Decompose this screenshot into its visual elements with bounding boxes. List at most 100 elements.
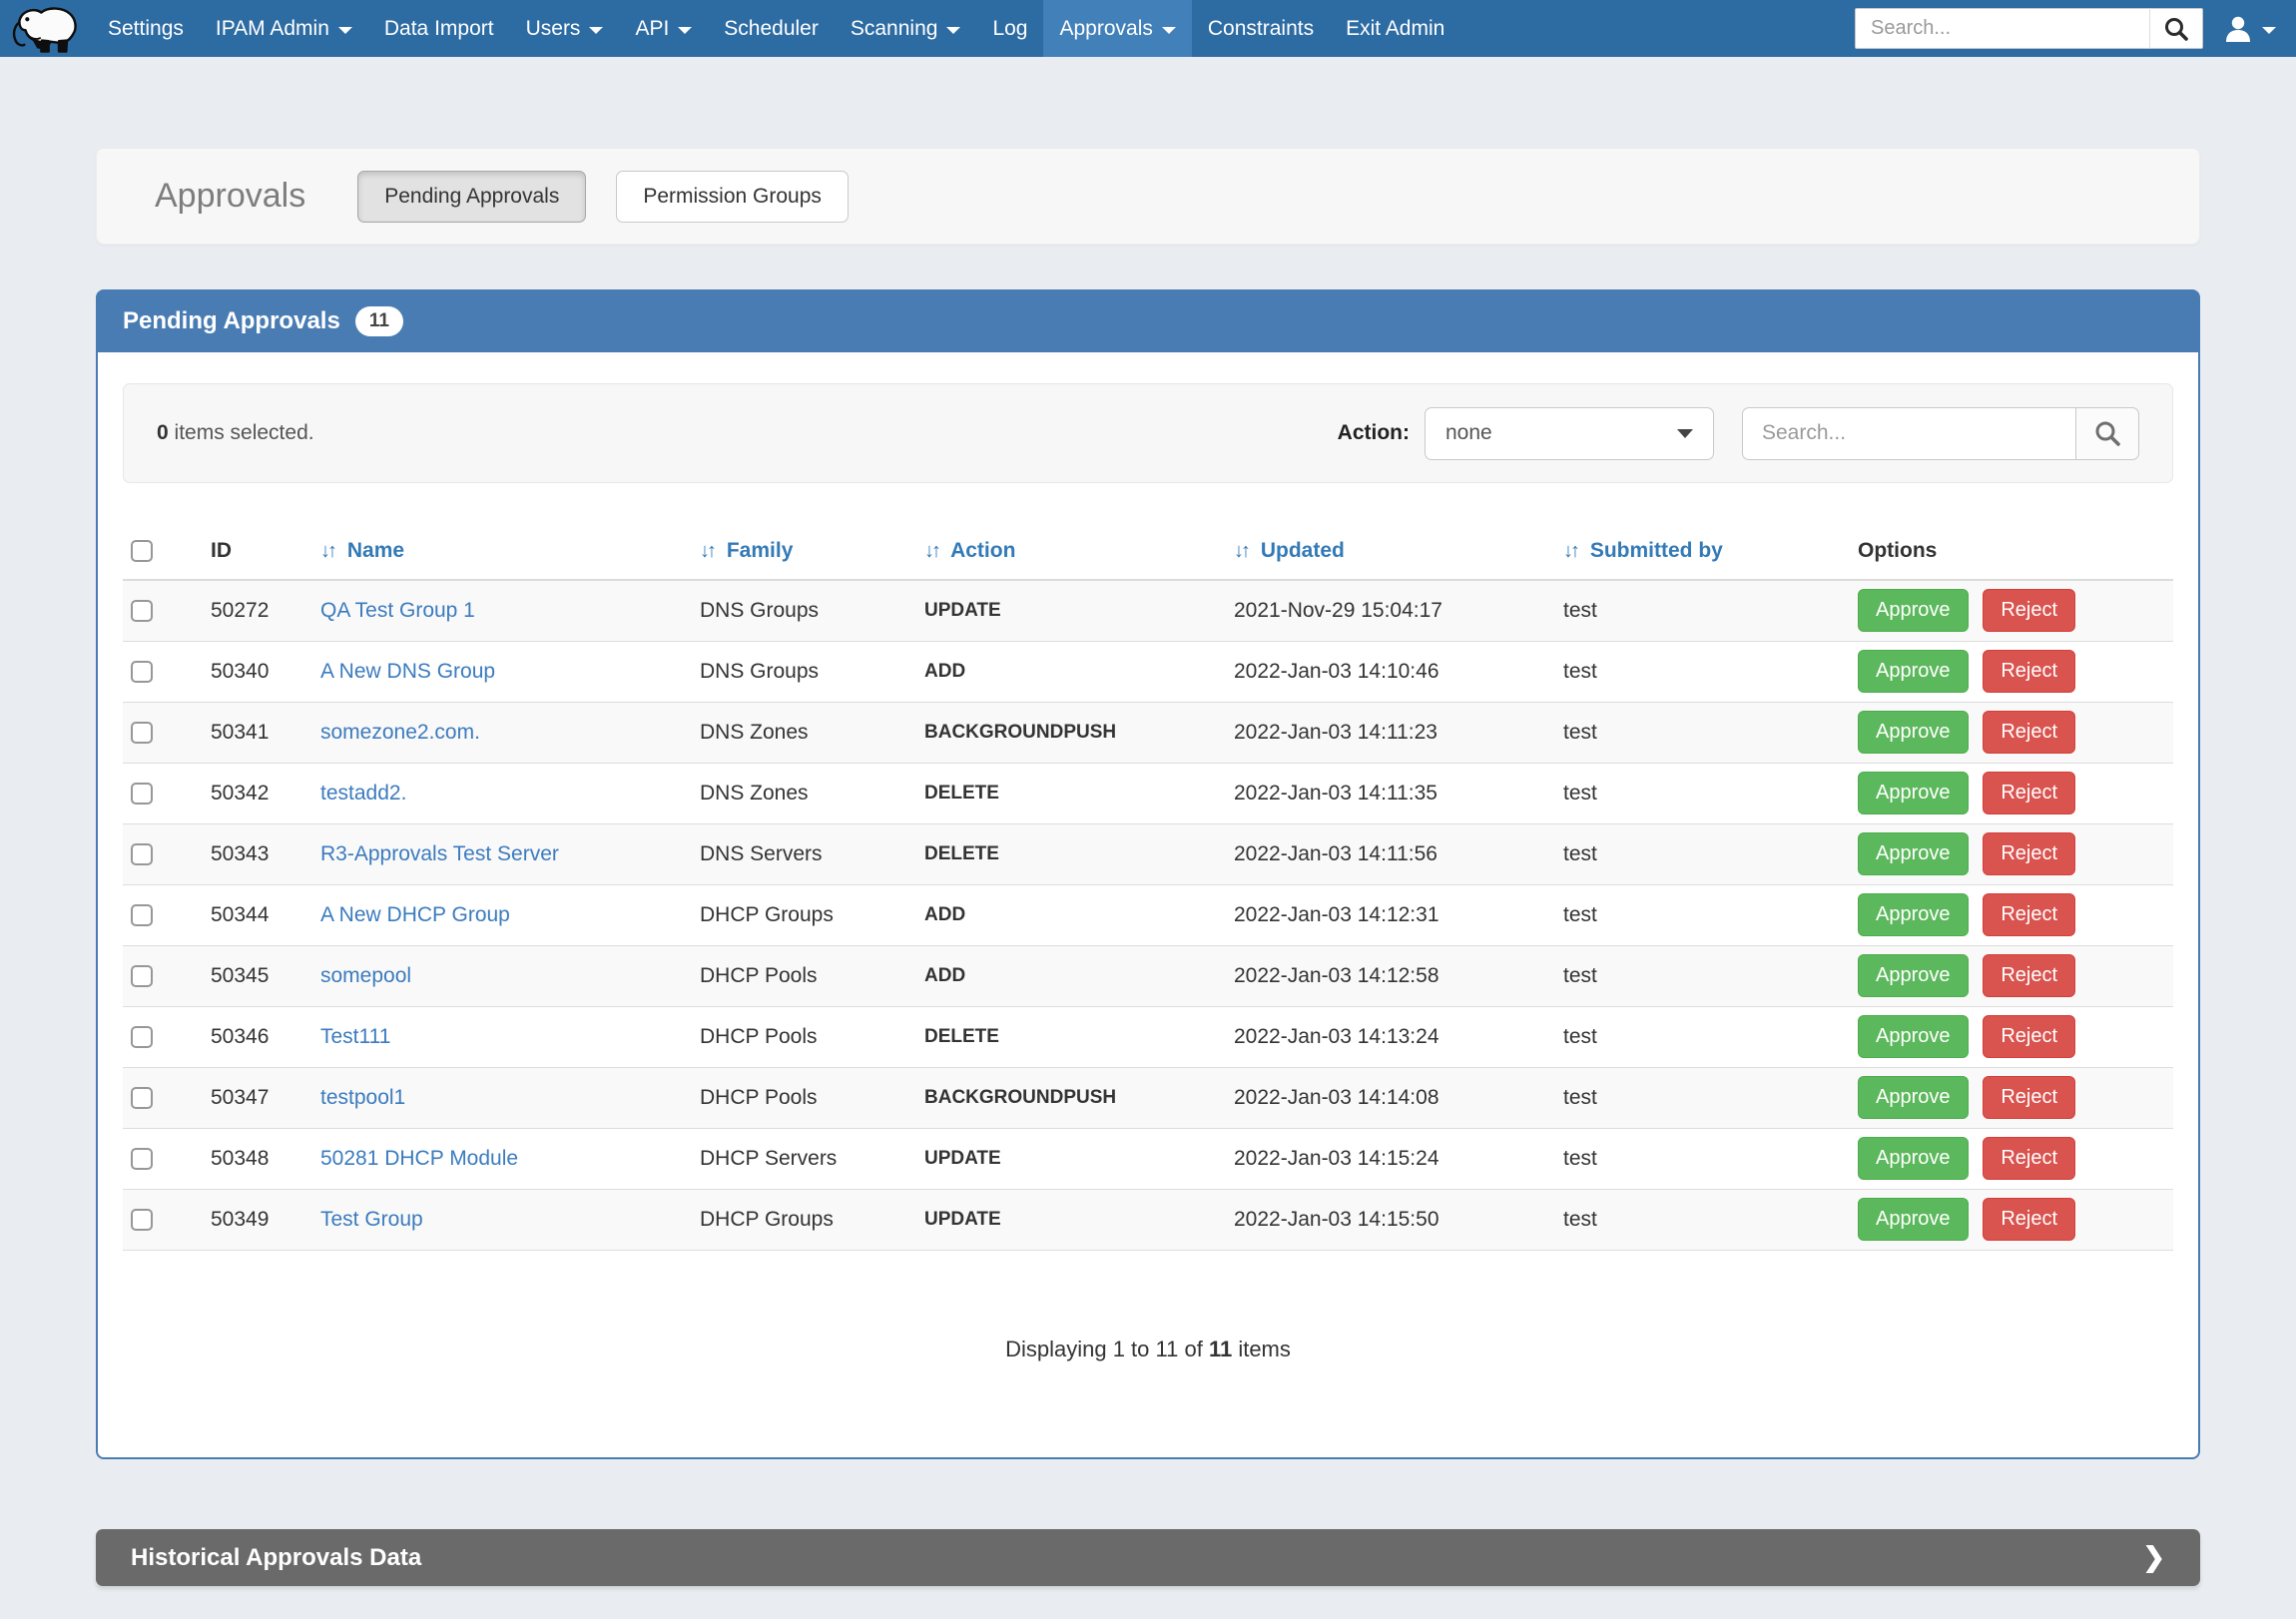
approve-button[interactable]: Approve (1858, 1198, 1969, 1241)
row-name-link[interactable]: Test Group (320, 1208, 423, 1231)
column-header-updated[interactable]: ↓↑ Updated (1226, 525, 1555, 580)
row-checkbox[interactable] (131, 1026, 153, 1048)
tab-pending-approvals[interactable]: Pending Approvals (357, 171, 586, 223)
navbar-search-button[interactable] (2149, 8, 2203, 49)
row-checkbox[interactable] (131, 904, 153, 926)
cell-submitted-by: test (1555, 1128, 1850, 1189)
nav-item-approvals[interactable]: Approvals (1043, 0, 1191, 57)
select-all-checkbox[interactable] (131, 540, 153, 562)
approve-button[interactable]: Approve (1858, 711, 1969, 754)
cell-options: Approve Reject (1850, 884, 2173, 945)
row-checkbox[interactable] (131, 600, 153, 622)
cell-family: DHCP Servers (692, 1128, 916, 1189)
row-name-link[interactable]: QA Test Group 1 (320, 599, 475, 622)
tab-permission-groups[interactable]: Permission Groups (616, 171, 849, 223)
nav-item-scheduler[interactable]: Scheduler (708, 0, 835, 57)
row-checkbox[interactable] (131, 722, 153, 744)
row-checkbox[interactable] (131, 1148, 153, 1170)
reject-button[interactable]: Reject (1983, 1015, 2075, 1058)
nav-item-log[interactable]: Log (976, 0, 1043, 57)
reject-button[interactable]: Reject (1983, 832, 2075, 875)
reject-button[interactable]: Reject (1983, 954, 2075, 997)
cell-id: 50272 (203, 580, 312, 641)
caret-down-icon (589, 27, 603, 34)
user-menu[interactable] (2223, 14, 2276, 44)
approve-button[interactable]: Approve (1858, 954, 1969, 997)
row-checkbox[interactable] (131, 661, 153, 683)
cell-action: DELETE (916, 1006, 1226, 1067)
page-title: Approvals (155, 177, 305, 216)
reject-button[interactable]: Reject (1983, 772, 2075, 814)
historical-approvals-bar[interactable]: Historical Approvals Data ❯ (96, 1529, 2200, 1586)
sort-icon: ↓↑ (924, 540, 938, 562)
row-checkbox[interactable] (131, 783, 153, 805)
cell-id: 50348 (203, 1128, 312, 1189)
row-name-link[interactable]: testpool1 (320, 1086, 405, 1109)
cell-updated: 2021-Nov-29 15:04:17 (1226, 580, 1555, 641)
nav-item-constraints[interactable]: Constraints (1192, 0, 1330, 57)
row-checkbox[interactable] (131, 1087, 153, 1109)
row-checkbox[interactable] (131, 965, 153, 987)
cell-name: R3-Approvals Test Server (312, 823, 692, 884)
nav-item-users[interactable]: Users (510, 0, 620, 57)
brand-logo[interactable] (0, 0, 92, 57)
cell-options: Approve Reject (1850, 641, 2173, 702)
caret-down-icon (2262, 27, 2276, 34)
sort-icon: ↓↑ (320, 540, 334, 562)
navbar-search-input[interactable] (1855, 8, 2149, 49)
cell-name: somezone2.com. (312, 702, 692, 763)
cell-name: Test111 (312, 1006, 692, 1067)
row-name-link[interactable]: A New DHCP Group (320, 903, 510, 926)
row-name-link[interactable]: somepool (320, 964, 411, 987)
row-name-link[interactable]: R3-Approvals Test Server (320, 842, 559, 865)
cell-updated: 2022-Jan-03 14:14:08 (1226, 1067, 1555, 1128)
table-search-input[interactable] (1742, 407, 2076, 460)
table-search-button[interactable] (2076, 407, 2139, 460)
navbar-right (1855, 0, 2296, 57)
cell-id: 50343 (203, 823, 312, 884)
row-name-link[interactable]: A New DNS Group (320, 660, 495, 683)
reject-button[interactable]: Reject (1983, 711, 2075, 754)
cell-id: 50349 (203, 1189, 312, 1250)
nav-item-scanning[interactable]: Scanning (835, 0, 977, 57)
nav-item-data-import[interactable]: Data Import (368, 0, 510, 57)
action-select-value: none (1445, 421, 1492, 445)
row-name-link[interactable]: Test111 (320, 1025, 390, 1048)
column-header-name[interactable]: ↓↑ Name (312, 525, 692, 580)
approve-button[interactable]: Approve (1858, 650, 1969, 693)
approve-button[interactable]: Approve (1858, 1076, 1969, 1119)
approve-button[interactable]: Approve (1858, 589, 1969, 632)
column-header-action[interactable]: ↓↑ Action (916, 525, 1226, 580)
table-row: 50344 A New DHCP Group DHCP Groups ADD 2… (123, 884, 2173, 945)
approve-button[interactable]: Approve (1858, 832, 1969, 875)
approve-button[interactable]: Approve (1858, 1137, 1969, 1180)
column-header-submitted-by[interactable]: ↓↑ Submitted by (1555, 525, 1850, 580)
approve-button[interactable]: Approve (1858, 893, 1969, 936)
nav-item-ipam-admin[interactable]: IPAM Admin (200, 0, 368, 57)
reject-button[interactable]: Reject (1983, 893, 2075, 936)
nav-item-api[interactable]: API (619, 0, 708, 57)
reject-button[interactable]: Reject (1983, 589, 2075, 632)
column-header-family[interactable]: ↓↑ Family (692, 525, 916, 580)
approve-button[interactable]: Approve (1858, 772, 1969, 814)
reject-button[interactable]: Reject (1983, 1076, 2075, 1119)
table-row: 50347 testpool1 DHCP Pools BACKGROUNDPUS… (123, 1067, 2173, 1128)
row-checkbox[interactable] (131, 843, 153, 865)
approve-button[interactable]: Approve (1858, 1015, 1969, 1058)
reject-button[interactable]: Reject (1983, 1198, 2075, 1241)
cell-submitted-by: test (1555, 1006, 1850, 1067)
action-select[interactable]: none (1425, 407, 1714, 460)
cell-id: 50341 (203, 702, 312, 763)
table-footer: Displaying 1 to 11 of 11 items (123, 1337, 2173, 1362)
row-name-link[interactable]: testadd2. (320, 782, 406, 805)
reject-button[interactable]: Reject (1983, 650, 2075, 693)
nav-item-settings[interactable]: Settings (92, 0, 200, 57)
column-header-checkbox (123, 525, 203, 580)
cell-submitted-by: test (1555, 580, 1850, 641)
row-name-link[interactable]: somezone2.com. (320, 721, 480, 744)
nav-item-exit-admin[interactable]: Exit Admin (1330, 0, 1460, 57)
reject-button[interactable]: Reject (1983, 1137, 2075, 1180)
cell-id: 50346 (203, 1006, 312, 1067)
row-name-link[interactable]: 50281 DHCP Module (320, 1147, 518, 1170)
row-checkbox[interactable] (131, 1209, 153, 1231)
